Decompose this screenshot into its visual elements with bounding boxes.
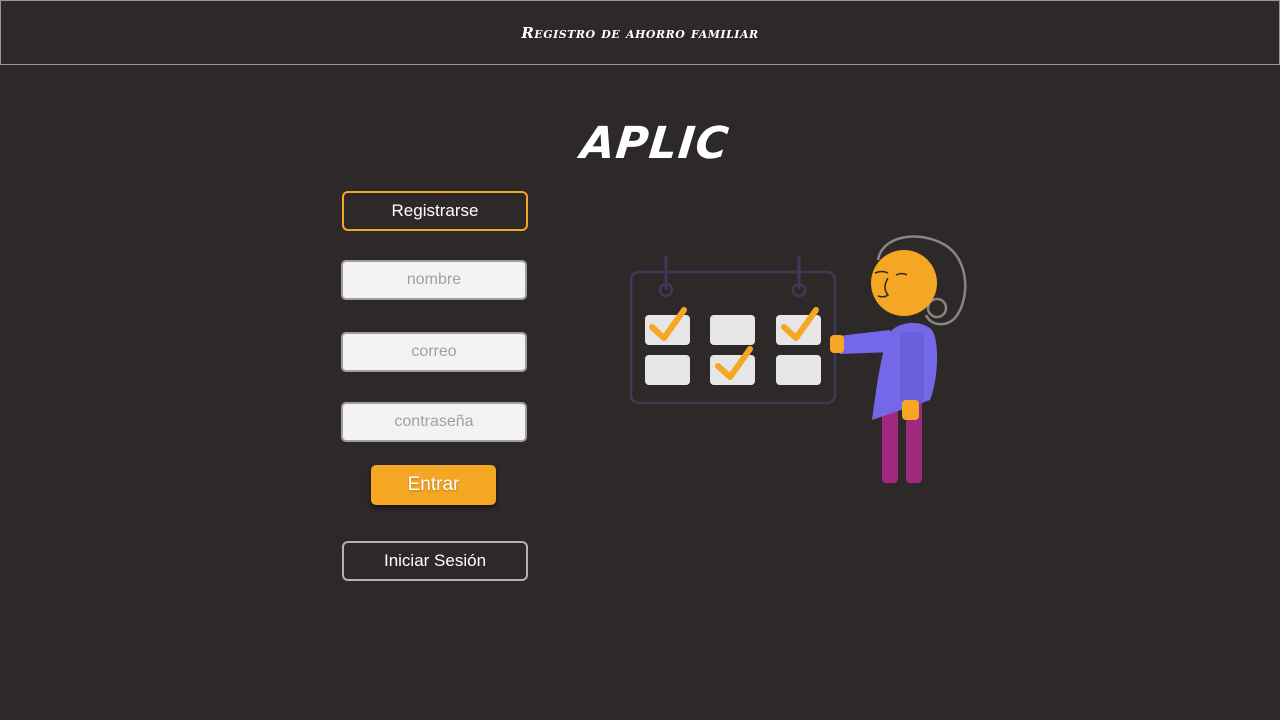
register-button[interactable]: Registrarse — [342, 191, 528, 231]
email-input[interactable] — [341, 332, 527, 372]
brand-logo-text: APLIC — [578, 118, 732, 169]
login-button[interactable]: Iniciar Sesión — [342, 541, 528, 581]
name-input[interactable] — [341, 260, 527, 300]
calendar-icon — [629, 255, 837, 405]
password-input[interactable] — [341, 402, 527, 442]
calendar-checklist-illustration — [629, 235, 967, 483]
app-title: Registro de ahorro familiar — [521, 23, 759, 42]
calendar-cell — [710, 315, 755, 345]
calendar-cell — [645, 355, 690, 385]
enter-button[interactable]: Entrar — [371, 465, 496, 505]
app-header: Registro de ahorro familiar — [0, 0, 1280, 65]
person-figure — [830, 235, 967, 483]
calendar-cell — [776, 355, 821, 385]
